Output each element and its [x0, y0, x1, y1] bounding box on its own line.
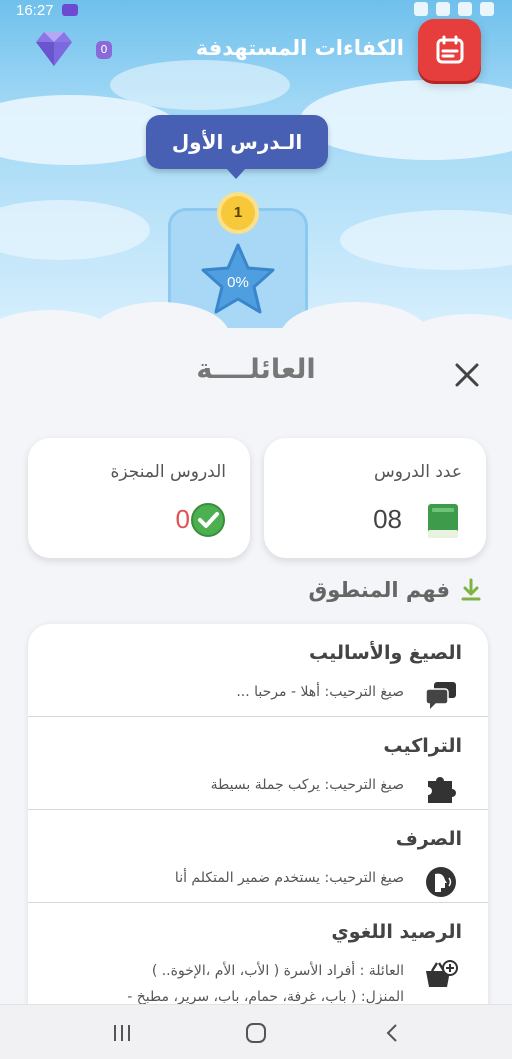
- skill-title: الصيغ والأساليب: [308, 642, 462, 664]
- battery-icon: [480, 2, 494, 16]
- skill-title: التراكيب: [383, 735, 462, 757]
- skill-description: صيغ الترحيب: أهلا - مرحبا ...: [236, 684, 404, 700]
- lesson-progress-text: 0%: [227, 274, 249, 291]
- list-item[interactable]: الصيغ والأساليب صيغ الترحيب: أهلا - مرحب…: [28, 624, 488, 717]
- check-circle-icon: [190, 502, 226, 538]
- app-notification-icon: [61, 4, 78, 16]
- back-button[interactable]: [380, 1021, 404, 1045]
- lessons-count-label: عدد الدروس: [373, 462, 462, 482]
- status-time: 16:27: [16, 1, 54, 19]
- section-title: فهم المنطوق: [308, 578, 450, 602]
- home-icon: [246, 1023, 266, 1043]
- status-bar: 16:27: [0, 0, 512, 20]
- unit-title: العائلــــة: [196, 354, 316, 385]
- skill-description: العائلة : أفراد الأسرة ( الأب، الأم ،الإ…: [151, 963, 404, 979]
- page-title: الكفاءات المستهدفة: [195, 36, 404, 60]
- download-icon[interactable]: [460, 578, 482, 602]
- basket-plus-icon: [424, 959, 458, 989]
- lessons-count-card: عدد الدروس 08: [264, 438, 486, 558]
- skill-description-continued: المنزل: ( باب، غرفة، حمام، باب، سرير، مط…: [127, 989, 404, 1005]
- skill-title: الصرف: [395, 828, 462, 850]
- close-icon: [455, 363, 479, 387]
- signal-icon: [458, 2, 472, 16]
- chat-bubbles-icon: [424, 680, 458, 710]
- gem-count-badge: 0: [96, 41, 112, 59]
- home-button[interactable]: [244, 1021, 268, 1045]
- completed-lessons-value: 0: [175, 504, 190, 534]
- skill-title: الرصيد اللغوي: [331, 921, 462, 943]
- lessons-count-value: 08: [373, 504, 402, 534]
- completed-lessons-label: الدروس المنجزة: [110, 462, 226, 482]
- alarm-icon: [414, 2, 428, 16]
- list-item[interactable]: الصرف صيغ الترحيب: يستخدم ضمير المتكلم أ…: [28, 810, 488, 903]
- book-icon: [426, 502, 460, 540]
- puzzle-icon: [424, 773, 458, 803]
- speaking-head-icon: [424, 866, 458, 897]
- diamond-icon[interactable]: [34, 28, 74, 68]
- skill-description: صيغ الترحيب: يركب جملة بسيطة: [210, 777, 404, 793]
- calendar-button[interactable]: [418, 19, 481, 81]
- close-button[interactable]: [452, 360, 482, 390]
- calendar-icon: [436, 35, 463, 64]
- recent-apps-icon: [114, 1025, 130, 1041]
- lesson-title-bubble: الـدرس الأول: [146, 115, 328, 179]
- system-nav-bar: [0, 1004, 512, 1059]
- status-icons: [414, 2, 494, 16]
- lesson-number-badge: 1: [217, 192, 259, 234]
- list-item[interactable]: التراكيب صيغ الترحيب: يركب جملة بسيطة: [28, 717, 488, 810]
- section-header: فهم المنطوق: [308, 578, 482, 602]
- back-icon: [386, 1024, 397, 1042]
- skill-description: صيغ الترحيب: يستخدم ضمير المتكلم أنا: [174, 870, 404, 886]
- completed-lessons-card: الدروس المنجزة 0: [28, 438, 250, 558]
- recent-apps-button[interactable]: [110, 1021, 134, 1045]
- skills-list: الصيغ والأساليب صيغ الترحيب: أهلا - مرحب…: [28, 624, 488, 1024]
- wifi-icon: [436, 2, 450, 16]
